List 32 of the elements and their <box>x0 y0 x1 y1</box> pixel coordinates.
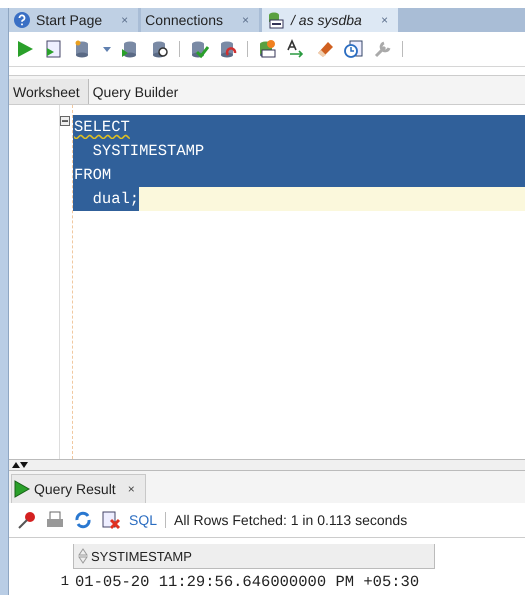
close-tab-button[interactable]: × <box>380 13 388 27</box>
refresh-icon[interactable] <box>73 510 93 530</box>
document-tab[interactable]: Connections × <box>141 8 260 32</box>
splitter-arrows-icon[interactable] <box>11 461 29 469</box>
delete-document-icon[interactable] <box>101 510 121 530</box>
printer-icon[interactable] <box>45 510 65 530</box>
sql-database-icon[interactable] <box>257 39 277 59</box>
collapse-icon[interactable] <box>60 116 70 126</box>
clock-document-icon[interactable] <box>344 39 364 59</box>
query-result-tab[interactable]: Query Result × <box>11 474 146 503</box>
database-search-icon[interactable] <box>150 39 170 59</box>
document-tab[interactable]: Start Page × <box>9 8 138 32</box>
pushpin-icon[interactable] <box>17 510 37 530</box>
help-icon <box>13 11 31 29</box>
row-number: 1 <box>60 574 70 590</box>
sort-icon <box>78 548 88 564</box>
close-tab-button[interactable]: × <box>128 482 135 496</box>
column-header[interactable]: SYSTIMESTAMP <box>73 544 435 569</box>
table-cell-text: 01-05-20 11:29:56.646000000 PM +05:30 <box>74 573 420 591</box>
run-icon[interactable] <box>15 39 35 59</box>
sql-link[interactable]: SQL <box>129 512 158 528</box>
editor-tab[interactable]: Worksheet <box>9 79 89 104</box>
eraser-icon[interactable] <box>315 39 335 59</box>
database-check-icon[interactable] <box>189 39 209 59</box>
letter-case-icon[interactable] <box>286 39 306 59</box>
database-icon <box>266 11 286 29</box>
database-undo-icon[interactable] <box>218 39 238 59</box>
fetch-status: All Rows Fetched: 1 in 0.113 seconds <box>174 512 408 528</box>
document-tab[interactable]: / as sysdba × <box>262 8 398 32</box>
column-title: SYSTIMESTAMP <box>91 548 192 564</box>
editor-tab[interactable]: Query Builder <box>88 79 186 104</box>
run-icon <box>14 480 30 498</box>
